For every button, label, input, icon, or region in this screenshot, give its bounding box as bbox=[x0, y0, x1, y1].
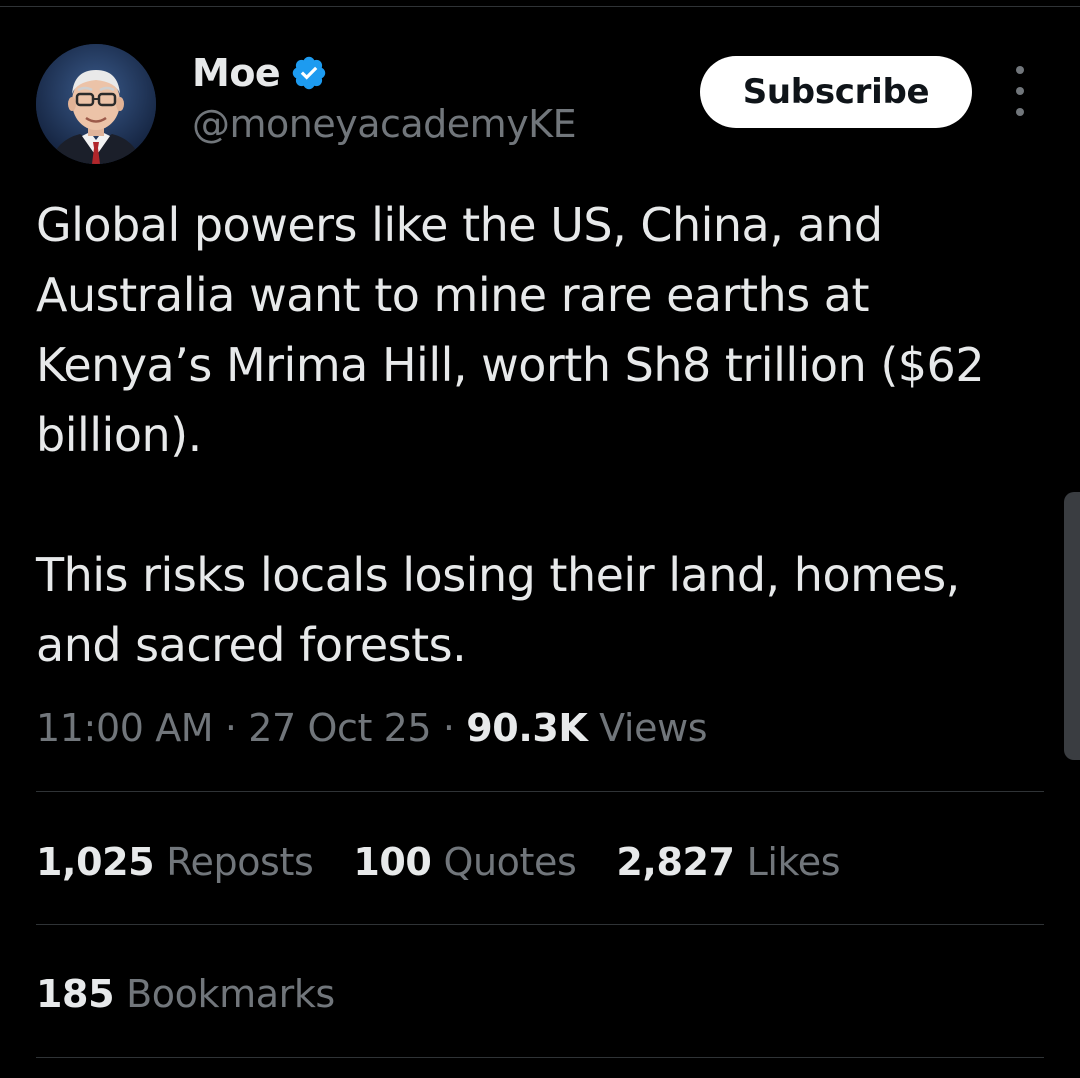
reposts-stat[interactable]: 1,025 Reposts bbox=[36, 840, 314, 884]
tweet-header: Moe @moneyacademyKE Subscribe bbox=[36, 44, 1044, 164]
likes-stat[interactable]: 2,827 Likes bbox=[616, 840, 840, 884]
bookmarks-stat[interactable]: 185 Bookmarks bbox=[36, 966, 335, 1022]
verified-badge-icon[interactable] bbox=[290, 54, 328, 92]
subscribe-button[interactable]: Subscribe bbox=[700, 56, 972, 128]
display-name-row: Moe bbox=[192, 48, 576, 98]
bookmarks-stat-inner: 185 Bookmarks bbox=[36, 972, 335, 1016]
author-info: Moe @moneyacademyKE bbox=[192, 48, 577, 146]
profile-photo-icon bbox=[36, 44, 156, 164]
tweet-date[interactable]: 27 Oct 25 bbox=[248, 706, 431, 750]
avatar[interactable] bbox=[36, 44, 156, 164]
more-dot bbox=[1016, 66, 1024, 74]
quotes-count: 100 bbox=[353, 840, 432, 884]
views-count: 90.3K bbox=[466, 706, 588, 750]
divider bbox=[36, 791, 1044, 792]
tweet-paragraph: Global powers like the US, China, and Au… bbox=[36, 198, 985, 462]
more-dot bbox=[1016, 87, 1024, 95]
divider bbox=[36, 924, 1044, 925]
tweet-meta: 11:00 AM · 27 Oct 25 · 90.3K Views bbox=[36, 700, 708, 756]
author-handle[interactable]: @moneyacademyKE bbox=[192, 102, 577, 146]
engagement-stats: 1,025 Reposts 100 Quotes 2,827 Likes bbox=[36, 834, 841, 890]
quotes-stat[interactable]: 100 Quotes bbox=[353, 840, 576, 884]
bookmarks-label: Bookmarks bbox=[126, 972, 335, 1016]
tweet-time[interactable]: 11:00 AM bbox=[36, 706, 214, 750]
scrollbar-thumb[interactable] bbox=[1064, 492, 1080, 760]
likes-count: 2,827 bbox=[616, 840, 735, 884]
top-divider bbox=[0, 6, 1080, 7]
more-vertical-icon[interactable] bbox=[1006, 66, 1034, 116]
tweet-paragraph: This risks locals losing their land, hom… bbox=[36, 548, 960, 672]
reposts-label: Reposts bbox=[166, 840, 314, 884]
divider bbox=[36, 1057, 1044, 1058]
views-label: Views bbox=[599, 706, 708, 750]
display-name[interactable]: Moe bbox=[192, 51, 281, 95]
meta-separator: · bbox=[442, 706, 455, 750]
tweet-text: Global powers like the US, China, and Au… bbox=[36, 190, 1036, 680]
quotes-label: Quotes bbox=[443, 840, 577, 884]
more-dot bbox=[1016, 108, 1024, 116]
bookmarks-count: 185 bbox=[36, 972, 115, 1016]
likes-label: Likes bbox=[746, 840, 841, 884]
reposts-count: 1,025 bbox=[36, 840, 155, 884]
meta-separator: · bbox=[224, 706, 237, 750]
